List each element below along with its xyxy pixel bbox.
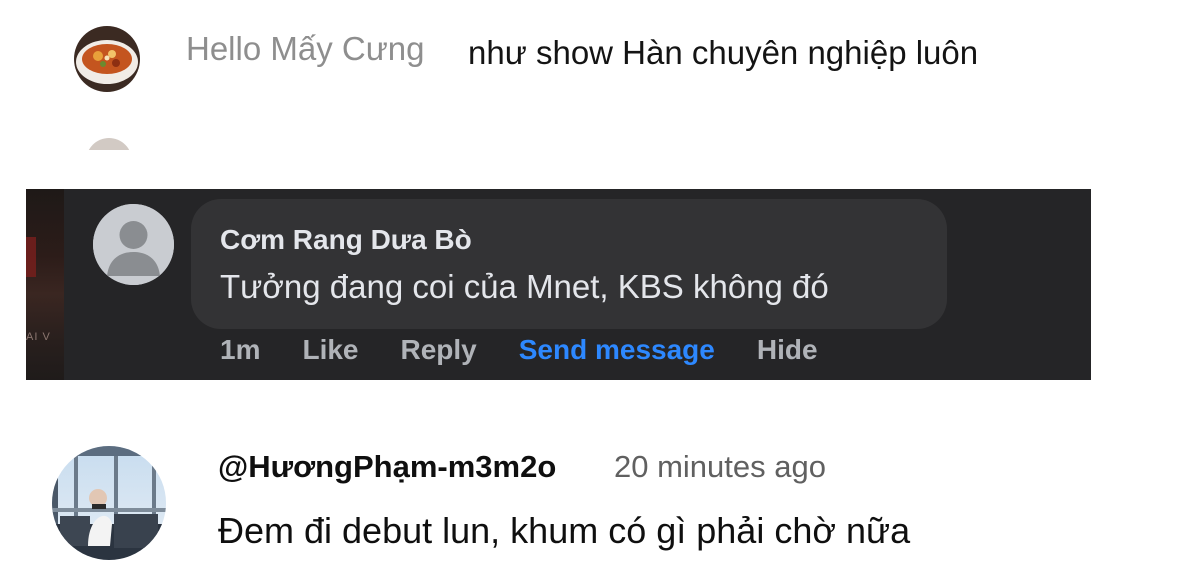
partial-avatar (86, 138, 132, 150)
comments-screenshot: như show Hàn chuyên nghiệp luôn Hello Mấ… (0, 0, 1190, 572)
comment-timestamp[interactable]: 1m (220, 334, 260, 366)
comment-author[interactable]: @HươngPhạm-m3m2o (218, 449, 556, 485)
comment-author[interactable]: Cơm Rang Dưa Bò (220, 224, 472, 256)
comment-text: Tưởng đang coi của Mnet, KBS không đó (220, 268, 829, 305)
send-message-button[interactable]: Send message (519, 334, 715, 366)
like-button[interactable]: Like (302, 334, 358, 366)
facebook-comment-panel: AI V Cơm Rang Dưa Bò Tưởng đang coi của … (26, 189, 1091, 380)
comment-timestamp[interactable]: 20 minutes ago (614, 449, 826, 485)
default-user-avatar-icon[interactable] (93, 204, 174, 285)
reply-button[interactable]: Reply (401, 334, 477, 366)
hide-button[interactable]: Hide (757, 334, 818, 366)
background-video-strip: AI V (26, 189, 64, 380)
comment-author[interactable]: Hello Mấy Cưng (186, 30, 425, 68)
comment-text: Đem đi debut lun, khum có gì phải chờ nữ… (218, 510, 911, 551)
photo-avatar-icon[interactable] (52, 446, 166, 560)
comment-actions: 1m Like Reply Send message Hide (220, 334, 860, 366)
food-bowl-avatar-icon[interactable] (74, 26, 140, 92)
comment-bubble: Cơm Rang Dưa Bò Tưởng đang coi của Mnet,… (191, 199, 947, 329)
